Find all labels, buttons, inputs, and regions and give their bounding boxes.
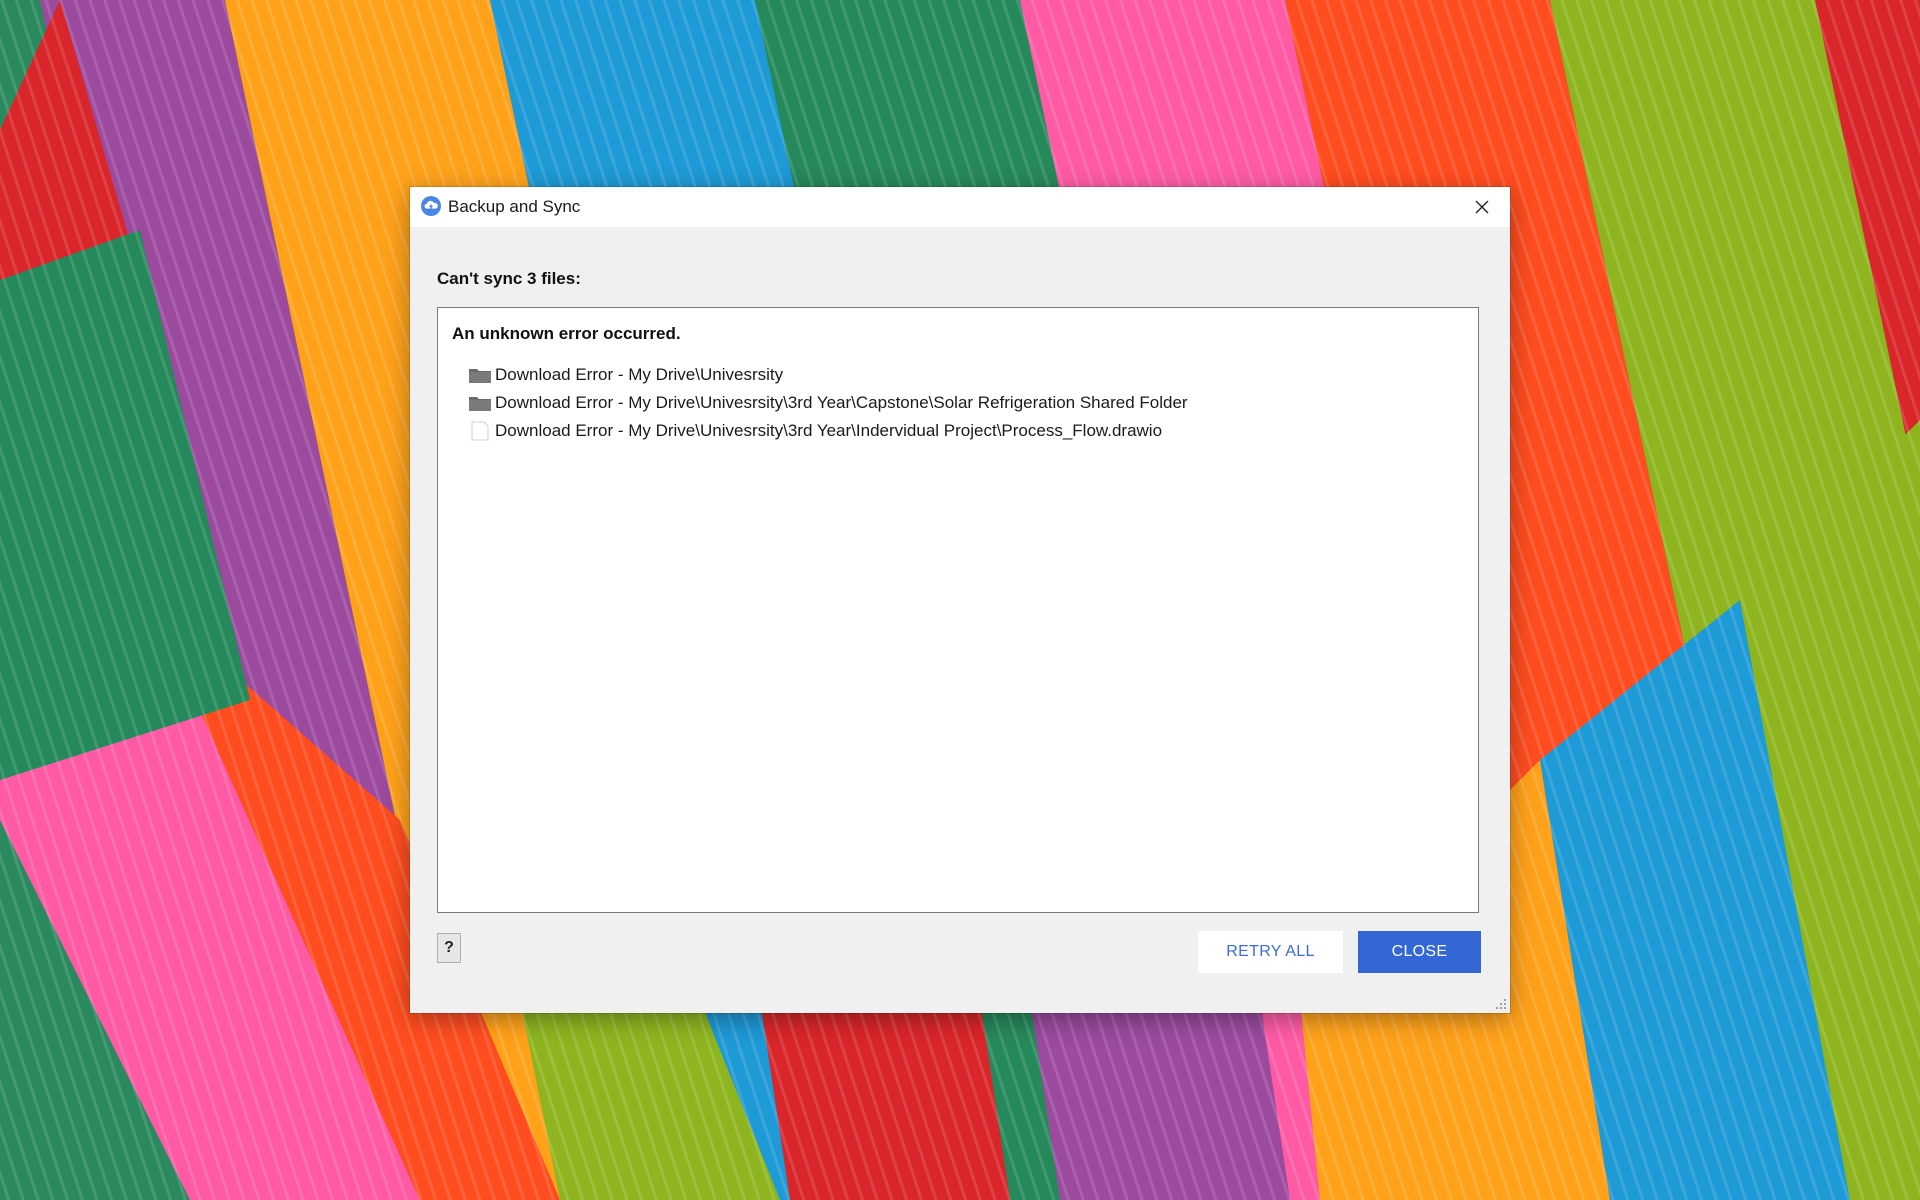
error-list-box[interactable]: An unknown error occurred. Download Erro…: [437, 307, 1479, 913]
window-title: Backup and Sync: [448, 197, 581, 216]
list-item[interactable]: Download Error - My Drive\Univesrsity\3r…: [468, 417, 1188, 445]
error-title: An unknown error occurred.: [452, 324, 681, 343]
error-file-list: Download Error - My Drive\Univesrsity Do…: [468, 361, 1188, 445]
list-item-label: Download Error - My Drive\Univesrsity: [495, 365, 784, 384]
backup-sync-cloud-icon: [421, 196, 441, 216]
resize-grip-icon[interactable]: [1495, 998, 1507, 1010]
close-button[interactable]: CLOSE: [1358, 931, 1481, 973]
file-icon: [471, 421, 489, 441]
help-button[interactable]: ?: [437, 933, 461, 963]
list-item[interactable]: Download Error - My Drive\Univesrsity\3r…: [468, 389, 1188, 417]
desktop: Backup and Sync Can't sync 3 files: An u…: [0, 0, 1920, 1200]
list-item-label: Download Error - My Drive\Univesrsity\3r…: [495, 421, 1163, 440]
close-icon: [1475, 200, 1489, 214]
window-close-button[interactable]: [1460, 187, 1504, 227]
folder-icon: [469, 369, 491, 383]
sync-error-heading: Can't sync 3 files:: [437, 269, 581, 288]
title-bar[interactable]: Backup and Sync: [410, 187, 1510, 227]
list-item[interactable]: Download Error - My Drive\Univesrsity: [468, 361, 1188, 389]
list-item-label: Download Error - My Drive\Univesrsity\3r…: [495, 393, 1188, 412]
retry-all-button[interactable]: RETRY ALL: [1198, 931, 1343, 973]
folder-icon: [469, 397, 491, 411]
backup-sync-dialog: Backup and Sync Can't sync 3 files: An u…: [410, 187, 1510, 1013]
